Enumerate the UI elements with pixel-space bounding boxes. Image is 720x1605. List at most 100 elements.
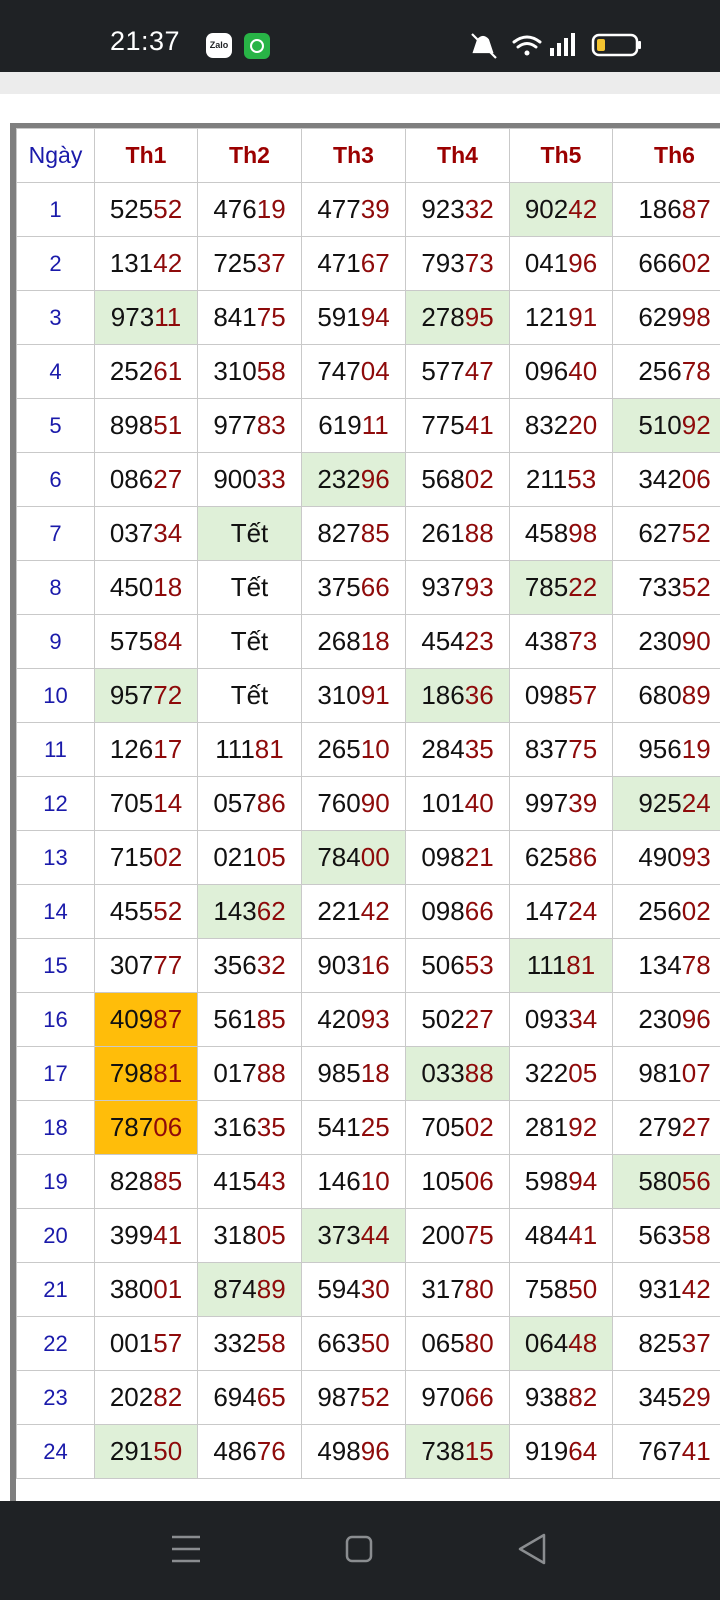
result-last-two: 10: [361, 734, 390, 764]
result-last-two: 24: [682, 788, 711, 818]
results-table-container[interactable]: Ngày Th1 Th2 Th3 Th4 Th5 Th6 15255247619…: [10, 123, 720, 1501]
day-cell: 21: [17, 1263, 95, 1317]
result-last-two: 32: [257, 950, 286, 980]
result-cell: 38001: [95, 1263, 198, 1317]
result-cell: 37344: [302, 1209, 406, 1263]
table-row: 16409875618542093502270933423096: [17, 993, 720, 1047]
result-cell: 62752: [613, 507, 720, 561]
result-last-two: 96: [361, 1436, 390, 1466]
header-th1: Th1: [95, 129, 198, 183]
table-row: 13715020210578400098216258649093: [17, 831, 720, 885]
result-last-two: 52: [153, 194, 182, 224]
result-cell: 34529: [613, 1371, 720, 1425]
result-cell: 51092: [613, 399, 720, 453]
result-cell: 31780: [406, 1263, 510, 1317]
result-cell: 82885: [95, 1155, 198, 1209]
signal-icon: [550, 33, 575, 56]
result-last-two: 17: [153, 734, 182, 764]
result-prefix: 619: [318, 410, 361, 440]
result-prefix: 458: [525, 518, 568, 548]
result-prefix: 450: [110, 572, 153, 602]
result-last-two: 43: [257, 1166, 286, 1196]
result-prefix: 230: [638, 1004, 681, 1034]
result-prefix: 098: [421, 896, 464, 926]
result-prefix: 126: [110, 734, 153, 764]
result-last-two: 65: [257, 1382, 286, 1412]
table-row: 19828854154314610105065989458056: [17, 1155, 720, 1209]
result-cell: 48676: [198, 1425, 302, 1479]
result-prefix: 098: [525, 680, 568, 710]
result-last-two: 35: [257, 1112, 286, 1142]
result-cell: 97066: [406, 1371, 510, 1425]
result-cell: 57584: [95, 615, 198, 669]
result-last-two: 58: [682, 1220, 711, 1250]
result-last-two: 41: [568, 1220, 597, 1250]
result-prefix: 111: [527, 950, 567, 980]
result-prefix: 375: [317, 572, 360, 602]
result-prefix: 281: [525, 1112, 568, 1142]
day-cell: 1: [17, 183, 95, 237]
result-cell: Tết: [198, 507, 302, 561]
result-cell: 61911: [302, 399, 406, 453]
home-square-icon[interactable]: [347, 1537, 371, 1561]
result-cell: 83220: [510, 399, 613, 453]
result-cell: 43873: [510, 615, 613, 669]
result-prefix: 498: [317, 1436, 360, 1466]
result-prefix: 284: [421, 734, 464, 764]
result-cell: 30777: [95, 939, 198, 993]
result-cell: 42093: [302, 993, 406, 1047]
day-cell: 13: [17, 831, 95, 885]
result-cell: 18636: [406, 669, 510, 723]
menu-icon[interactable]: [172, 1537, 200, 1561]
result-last-two: 86: [257, 788, 286, 818]
result-prefix: 490: [638, 842, 681, 872]
result-last-two: 82: [153, 1382, 182, 1412]
result-cell: 97783: [198, 399, 302, 453]
back-triangle-icon[interactable]: [520, 1535, 544, 1563]
table-header-row: Ngày Th1 Th2 Th3 Th4 Th5 Th6: [17, 129, 720, 183]
result-cell: 41543: [198, 1155, 302, 1209]
result-cell: 92524: [613, 777, 720, 831]
result-cell: 45552: [95, 885, 198, 939]
result-prefix: 146: [317, 1166, 360, 1196]
result-cell: 90033: [198, 453, 302, 507]
result-last-two: 27: [153, 464, 182, 494]
table-row: 22001573325866350065800644882537: [17, 1317, 720, 1371]
result-cell: 50653: [406, 939, 510, 993]
header-th2: Th2: [198, 129, 302, 183]
result-last-two: 58: [257, 356, 286, 386]
result-prefix: 973: [111, 302, 154, 332]
result-last-two: 76: [257, 1436, 286, 1466]
result-prefix: 438: [525, 626, 568, 656]
result-prefix: 541: [317, 1112, 360, 1142]
result-last-two: 85: [257, 1004, 286, 1034]
result-cell: 56358: [613, 1209, 720, 1263]
result-cell: 74704: [302, 345, 406, 399]
result-cell: 21153: [510, 453, 613, 507]
result-cell: 79881: [95, 1047, 198, 1101]
result-prefix: 033: [421, 1058, 464, 1088]
result-prefix: 694: [213, 1382, 256, 1412]
result-cell: 31058: [198, 345, 302, 399]
result-cell: 79373: [406, 237, 510, 291]
result-cell: 66602: [613, 237, 720, 291]
result-cell: 48441: [510, 1209, 613, 1263]
result-last-two: 85: [153, 1166, 182, 1196]
holiday-label: Tết: [231, 518, 269, 548]
result-prefix: 760: [317, 788, 360, 818]
result-prefix: 987: [317, 1382, 360, 1412]
result-last-two: 41: [465, 410, 494, 440]
result-cell: 93142: [613, 1263, 720, 1317]
result-last-two: 29: [682, 1382, 711, 1412]
result-prefix: 627: [638, 518, 681, 548]
result-cell: 13478: [613, 939, 720, 993]
result-cell: 25261: [95, 345, 198, 399]
result-cell: 68089: [613, 669, 720, 723]
result-cell: 11181: [510, 939, 613, 993]
result-prefix: 291: [110, 1436, 153, 1466]
result-last-two: 24: [568, 896, 597, 926]
result-prefix: 725: [213, 248, 256, 278]
result-cell: 93882: [510, 1371, 613, 1425]
result-cell: 73815: [406, 1425, 510, 1479]
result-cell: 06448: [510, 1317, 613, 1371]
